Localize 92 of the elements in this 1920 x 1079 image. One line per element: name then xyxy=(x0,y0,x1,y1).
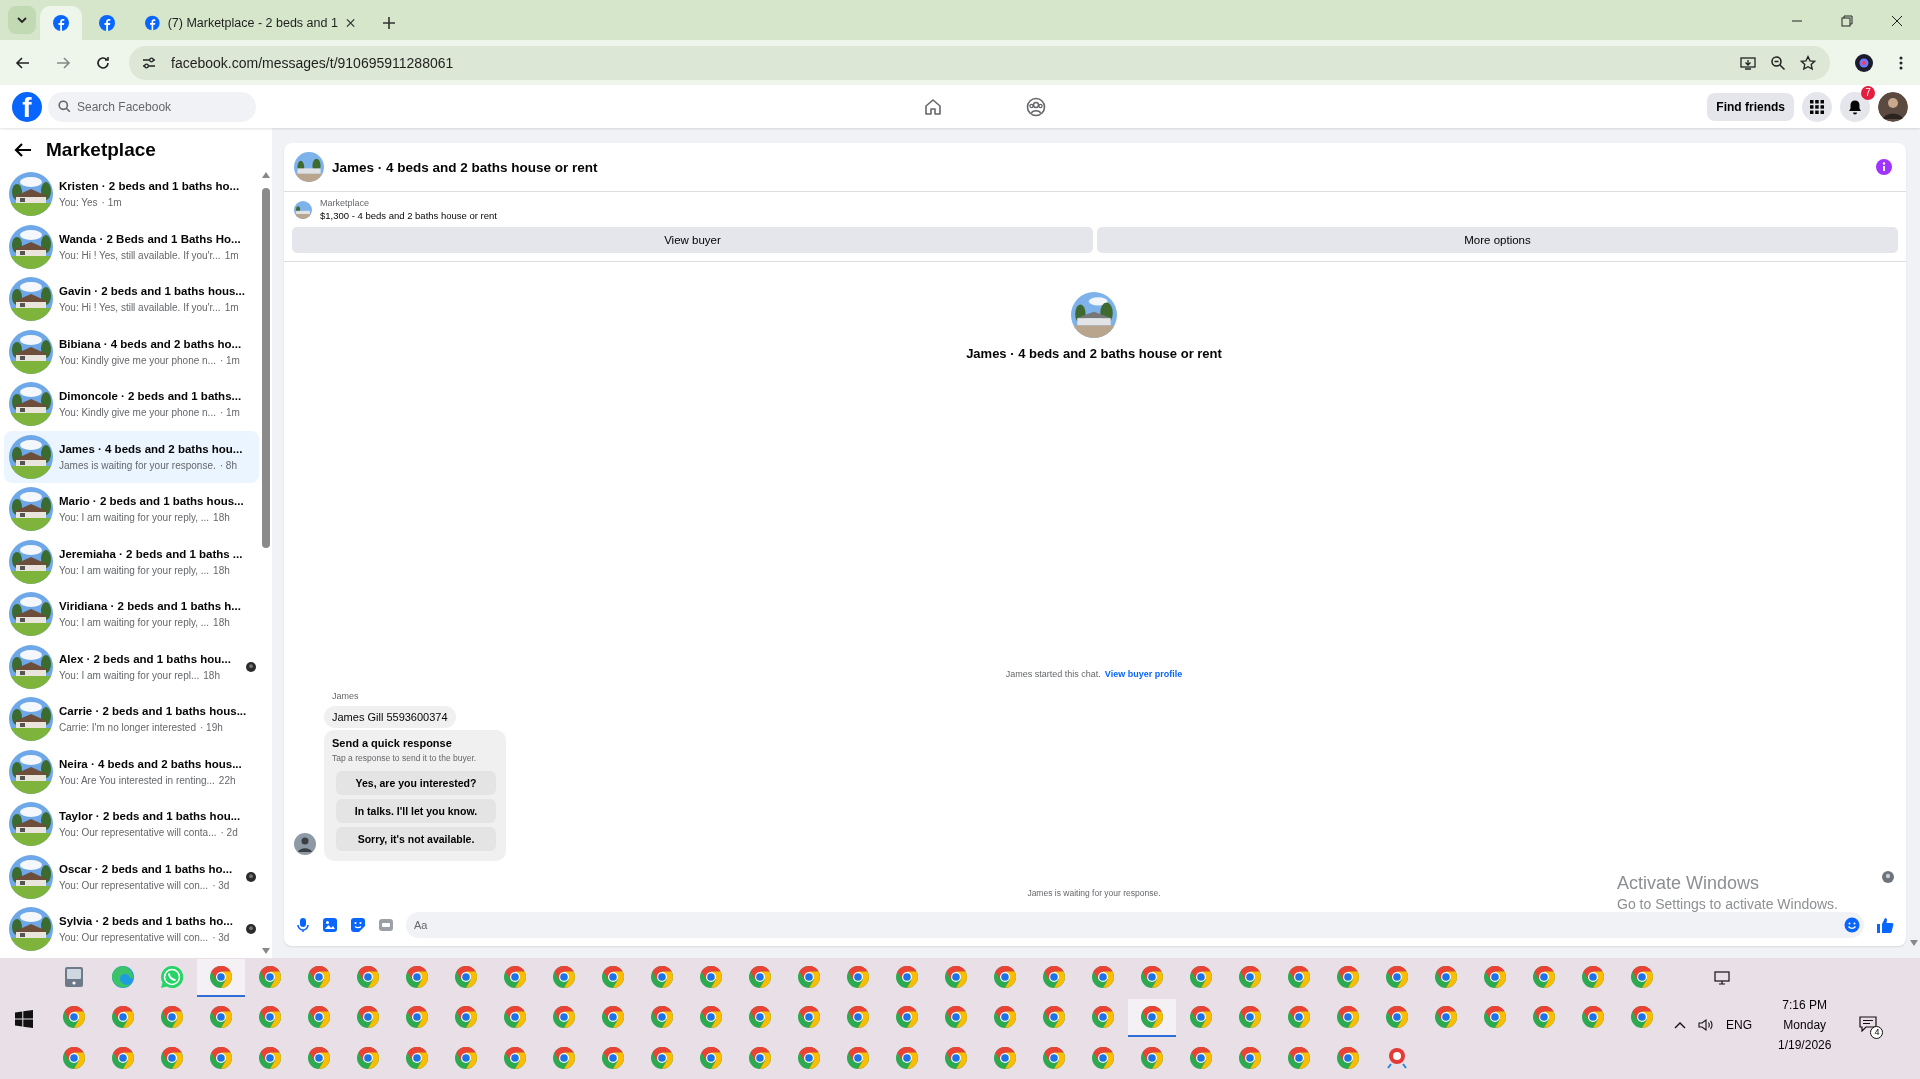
language-indicator[interactable]: ENG xyxy=(1726,1018,1752,1032)
quick-response-title: Send a quick response xyxy=(332,737,453,749)
conversation-item[interactable]: Carrie · 2 beds and 1 baths hous... Carrie: I'm no longer interested · 19h xyxy=(4,693,259,746)
conversation-title: Sylvia · 2 beds and 1 baths ho... xyxy=(59,915,234,928)
message-preview: You: Yes xyxy=(59,197,98,209)
conversation-item[interactable]: Alex · 2 beds and 1 baths hou... You: I am waiting for your repl... 18h xyxy=(4,640,259,693)
conversation-item[interactable]: Oscar · 2 beds and 1 baths ho... You: Our representative will con... · 3d xyxy=(4,850,259,903)
message-time: · 2d xyxy=(220,827,238,839)
sender-name: James xyxy=(331,691,359,701)
message-preview: You: I am waiting for your repl... xyxy=(59,669,200,681)
message-preview: You: I am waiting for your reply, ... xyxy=(59,617,210,629)
quick-response-button[interactable]: In talks. I'll let you know. xyxy=(336,799,496,823)
conversation-item[interactable]: Kristen · 2 beds and 1 baths ho... You: Yes · 1m xyxy=(4,168,259,221)
conversation-title: Gavin · 2 beds and 1 baths hous... xyxy=(59,285,246,298)
message-time: 18h xyxy=(203,669,220,681)
listing-label: Marketplace xyxy=(320,198,371,208)
notification-count: 7 xyxy=(1861,85,1875,100)
quick-response-hint: Tap a response to send it to the buyer. xyxy=(332,753,478,763)
message-time: · 3d xyxy=(212,879,230,891)
message-time: 18h xyxy=(213,512,230,524)
message-preview: You: Kindly give me your phone n... xyxy=(59,407,216,419)
activation-notice-text: Go to Settings to activate Windows. xyxy=(1617,896,1838,912)
message-time: 1m xyxy=(224,302,239,314)
message-time: · 1m xyxy=(219,354,240,366)
message-time: · 3d xyxy=(212,932,230,944)
sidebar-title: Marketplace xyxy=(46,139,156,161)
browser-tab[interactable]: (7) Marketplace - 2 beds and 1 xyxy=(132,6,368,40)
message-preview: You: Our representative will con... xyxy=(59,879,209,891)
message-time: 18h xyxy=(213,617,230,629)
listing-title: $1,300 - 4 beds and 2 baths house or rent xyxy=(320,210,497,221)
message-preview: You: Hi ! Yes, still available. If you'r... xyxy=(59,302,221,314)
conversation-item[interactable]: Taylor · 2 beds and 1 baths hou... You: Our representative will conta... · 2d xyxy=(4,798,259,851)
conversation-title: Jeremiaha · 2 beds and 1 baths ... xyxy=(59,547,244,560)
conversation-item[interactable]: Wanda · 2 Beds and 1 Baths Ho... You: Hi ! Yes, still available. If you'r... 1m xyxy=(4,220,259,273)
tab-title: (7) Marketplace - 2 beds and 1 xyxy=(167,16,338,30)
conversation-title: Mario · 2 beds and 1 baths hous... xyxy=(59,495,245,508)
conversation-item[interactable]: Bibiana · 4 beds and 2 baths ho... You: Kindly give me your phone n... · 1m xyxy=(4,325,259,378)
message-time: 18h xyxy=(213,564,230,576)
notification-count: 4 xyxy=(1870,1025,1884,1039)
conversation-title: Neira · 4 beds and 2 baths hous... xyxy=(59,757,243,770)
conversation-item[interactable]: Neira · 4 beds and 2 baths hous... You: Are You interested in renting... 22h xyxy=(4,745,259,798)
conversation-title: Dimoncole · 2 beds and 1 baths... xyxy=(59,390,243,403)
message-time: · 19h xyxy=(200,722,223,734)
message-preview: You: Hi ! Yes, still available. If you'r... xyxy=(59,249,221,261)
search-field[interactable]: Search Facebook xyxy=(48,91,256,122)
conversation-item[interactable]: Dimoncole · 2 beds and 1 baths... You: Kindly give me your phone n... · 1m xyxy=(4,378,259,431)
search-placeholder: Search Facebook xyxy=(77,99,172,114)
message-preview: James is waiting for your response. xyxy=(59,459,216,471)
conversation-title: Kristen · 2 beds and 1 baths ho... xyxy=(59,180,241,193)
message-preview: You: Are You interested in renting... xyxy=(59,774,215,786)
conversation-title: Oscar · 2 beds and 1 baths ho... xyxy=(59,862,234,875)
message-time: · 1m xyxy=(219,407,240,419)
message-time: · 1m xyxy=(101,197,122,209)
conversation-item[interactable]: Viridiana · 2 beds and 1 baths h... You: I am waiting for your reply, ... 18h xyxy=(4,588,259,641)
conversation-title: Viridiana · 2 beds and 1 baths h... xyxy=(59,600,242,613)
clock[interactable]: 7:16 PM Monday 1/19/2026 xyxy=(1764,998,1846,1052)
message-preview: You: Our representative will con... xyxy=(59,932,209,944)
conversation-title: James · 4 beds and 2 baths hou... xyxy=(59,442,244,455)
find-friends-button[interactable]: Find friends xyxy=(1707,92,1794,121)
message-bubble: James Gill 5593600374 xyxy=(324,706,456,728)
conversation-item[interactable]: Gavin · 2 beds and 1 baths hous... You: Hi ! Yes, still available. If you'r... 1m xyxy=(4,273,259,326)
conversation-title: Alex · 2 beds and 1 baths hou... xyxy=(59,652,232,665)
conversation-item[interactable]: Sylvia · 2 beds and 1 baths ho... You: Our representative will con... · 3d xyxy=(4,903,259,956)
message-preview: You: Our representative will conta... xyxy=(59,827,217,839)
conversation-item[interactable]: James · 4 beds and 2 baths hou... James is waiting for your response. · 8h xyxy=(4,430,259,483)
view-buyer-profile-link[interactable]: View buyer profile xyxy=(1104,669,1183,679)
message-preview: You: I am waiting for your reply, ... xyxy=(59,564,210,576)
chat-start-note: James started this chat. xyxy=(1005,669,1101,679)
message-time: 1m xyxy=(224,249,239,261)
message-preview: Carrie: I'm no longer interested xyxy=(59,722,196,734)
facebook-logo[interactable]: f xyxy=(12,91,42,122)
quick-response-button[interactable]: Sorry, it's not available. xyxy=(336,827,496,851)
action-button[interactable]: View buyer xyxy=(292,227,1093,253)
message-time: 22h xyxy=(218,774,236,786)
message-field[interactable]: Aa xyxy=(406,912,1864,938)
activation-notice-title: Activate Windows xyxy=(1617,873,1761,894)
conversation-item[interactable]: Jeremiaha · 2 beds and 1 baths ... You: I am waiting for your reply, ... 18h xyxy=(4,535,259,588)
address-bar[interactable]: facebook.com/messages/t/910695911288061 xyxy=(129,45,1830,80)
action-button[interactable]: More options xyxy=(1097,227,1898,253)
message-preview: You: Kindly give me your phone n... xyxy=(59,354,216,366)
conversation-title: Wanda · 2 Beds and 1 Baths Ho... xyxy=(59,232,242,245)
chat-title: James · 4 beds and 2 baths house or rent xyxy=(332,159,598,175)
quick-response-button[interactable]: Yes, are you interested? xyxy=(336,771,496,795)
message-preview: You: I am waiting for your reply, ... xyxy=(59,512,210,524)
conversation-title: Bibiana · 4 beds and 2 baths ho... xyxy=(59,337,243,350)
message-time: · 8h xyxy=(219,459,237,471)
conversation-title: Taylor · 2 beds and 1 baths hou... xyxy=(59,810,242,823)
conversation-title: Carrie · 2 beds and 1 baths hous... xyxy=(59,705,248,718)
message-placeholder: Aa xyxy=(414,919,429,931)
status-note: James is waiting for your response. xyxy=(1027,888,1161,898)
listing-title: James · 4 beds and 2 baths house or rent xyxy=(966,346,1222,361)
conversation-item[interactable]: Mario · 2 beds and 1 baths hous... You: I am waiting for your reply, ... 18h xyxy=(4,483,259,536)
